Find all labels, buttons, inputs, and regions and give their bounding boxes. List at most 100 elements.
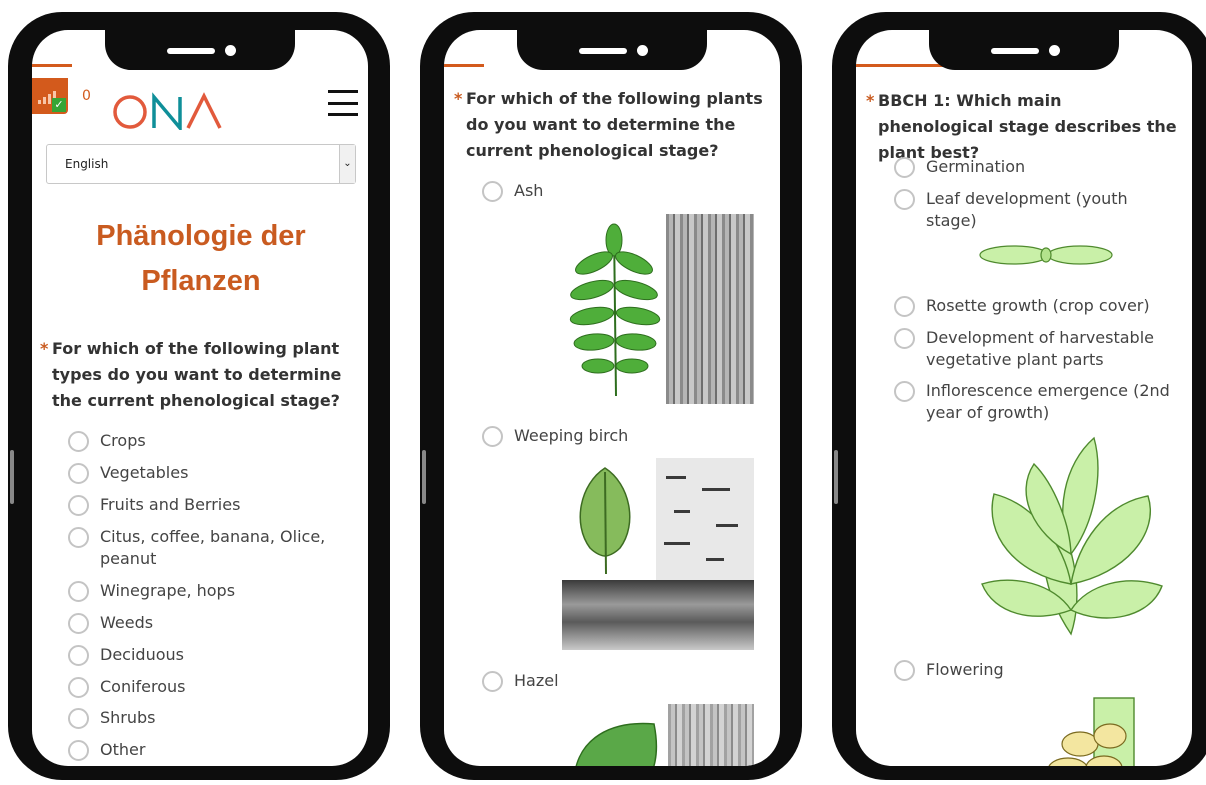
- option-rosette-growth[interactable]: Rosette growth (crop cover): [894, 295, 1150, 317]
- radio-button[interactable]: [894, 189, 915, 210]
- option-citrus-coffee[interactable]: Citus, coffee, banana, Olice, peanut: [68, 526, 350, 570]
- option-label: Other: [100, 740, 146, 759]
- radio-button[interactable]: [68, 677, 89, 698]
- radio-button[interactable]: [68, 431, 89, 452]
- radio-button[interactable]: [894, 296, 915, 317]
- radio-button[interactable]: [482, 181, 503, 202]
- radio-button[interactable]: [894, 660, 915, 681]
- hazel-leaf-image: [575, 722, 658, 766]
- radio-button[interactable]: [482, 671, 503, 692]
- question-text: For which of the following plants do you…: [466, 89, 763, 160]
- option-fruits-berries[interactable]: Fruits and Berries: [68, 494, 241, 516]
- phone-frame-1: ✓ 0 English ⌄ Phänologie der Pflanzen * …: [8, 12, 390, 780]
- question-text: For which of the following plant types d…: [52, 339, 342, 410]
- option-label: Deciduous: [100, 645, 184, 664]
- option-vegetables[interactable]: Vegetables: [68, 462, 189, 484]
- option-germination[interactable]: Germination: [894, 156, 1026, 178]
- option-label: Shrubs: [100, 708, 156, 727]
- option-label: Citus, coffee, banana, Olice, peanut: [100, 527, 326, 568]
- radio-button[interactable]: [68, 527, 89, 548]
- required-marker: *: [454, 89, 463, 108]
- option-label: Winegrape, hops: [100, 581, 236, 600]
- question-plants: * For which of the following plants do y…: [454, 86, 780, 164]
- option-label: Hazel: [514, 671, 559, 690]
- option-label: Vegetables: [100, 463, 189, 482]
- option-winegrape-hops[interactable]: Winegrape, hops: [68, 580, 236, 602]
- language-select-value: English: [65, 157, 109, 171]
- hazel-bark-image: [668, 704, 754, 766]
- phone-screen-1[interactable]: ✓ 0 English ⌄ Phänologie der Pflanzen * …: [32, 30, 368, 766]
- option-label: Germination: [926, 157, 1026, 176]
- phone-notch: [517, 30, 707, 70]
- ash-bark-image: [666, 214, 754, 404]
- option-shrubs[interactable]: Shrubs: [68, 707, 156, 729]
- option-label: Coniferous: [100, 677, 186, 696]
- submission-count: 0: [82, 88, 91, 104]
- radio-button[interactable]: [68, 708, 89, 729]
- option-label: Development of harvestable vegetative pl…: [926, 328, 1154, 369]
- phone-notch: [929, 30, 1119, 70]
- option-label: Fruits and Berries: [100, 495, 241, 514]
- option-label: Weeping birch: [514, 426, 629, 445]
- phone-screen-2[interactable]: * For which of the following plants do y…: [444, 30, 780, 766]
- radio-button[interactable]: [482, 426, 503, 447]
- progress-accent: [444, 64, 484, 67]
- option-other[interactable]: Other: [68, 739, 146, 761]
- radio-button[interactable]: [894, 381, 915, 402]
- radio-button[interactable]: [68, 463, 89, 484]
- ona-logo: [112, 92, 224, 134]
- question-bbch-stage: * BBCH 1: Which main phenological stage …: [866, 88, 1178, 166]
- radio-button[interactable]: [894, 157, 915, 178]
- progress-accent: [856, 64, 952, 67]
- rosette-plant-image: [981, 436, 1163, 636]
- option-label: Weeds: [100, 613, 154, 632]
- option-leaf-development[interactable]: Leaf development (youth stage): [894, 188, 1166, 232]
- option-label: Inflorescence emergence (2nd year of gro…: [926, 381, 1170, 422]
- progress-accent: [32, 64, 72, 67]
- radio-button[interactable]: [68, 581, 89, 602]
- radio-button[interactable]: [68, 613, 89, 634]
- phone-frame-2: * For which of the following plants do y…: [420, 12, 802, 780]
- option-coniferous[interactable]: Coniferous: [68, 676, 186, 698]
- language-select[interactable]: English ⌄: [46, 144, 356, 184]
- page-title: Phänologie der Pflanzen: [96, 220, 306, 297]
- option-flowering[interactable]: Flowering: [894, 659, 1004, 681]
- radio-button[interactable]: [68, 495, 89, 516]
- seedling-image: [979, 245, 1113, 265]
- birch-leaf-image: [579, 467, 631, 575]
- check-icon: ✓: [52, 98, 66, 112]
- phone-notch: [105, 30, 295, 70]
- option-weeping-birch[interactable]: Weeping birch: [482, 425, 629, 447]
- submission-status-badge[interactable]: ✓: [32, 78, 68, 114]
- side-button: [10, 450, 14, 504]
- required-marker: *: [40, 339, 49, 358]
- option-weeds[interactable]: Weeds: [68, 612, 154, 634]
- phone-screen-3[interactable]: * BBCH 1: Which main phenological stage …: [856, 30, 1192, 766]
- chevron-down-icon: ⌄: [339, 145, 355, 183]
- radio-button[interactable]: [68, 740, 89, 761]
- radio-button[interactable]: [68, 645, 89, 666]
- question-text: BBCH 1: Which main phenological stage de…: [878, 91, 1177, 162]
- side-button: [422, 450, 426, 504]
- option-crops[interactable]: Crops: [68, 430, 146, 452]
- option-harvestable-parts[interactable]: Development of harvestable vegetative pl…: [894, 327, 1166, 371]
- option-deciduous[interactable]: Deciduous: [68, 644, 184, 666]
- required-marker: *: [866, 91, 875, 110]
- option-label: Leaf development (youth stage): [926, 189, 1128, 230]
- option-ash[interactable]: Ash: [482, 180, 544, 202]
- option-inflorescence[interactable]: Inflorescence emergence (2nd year of gro…: [894, 380, 1176, 424]
- option-label: Flowering: [926, 660, 1004, 679]
- menu-icon[interactable]: [328, 90, 358, 116]
- birch-trunk-image: [562, 580, 754, 650]
- option-hazel[interactable]: Hazel: [482, 670, 559, 692]
- ona-logo-mark: [113, 92, 222, 133]
- option-label: Crops: [100, 431, 146, 450]
- side-button: [834, 450, 838, 504]
- flowering-plant-image: [1048, 697, 1135, 766]
- question-plant-types: * For which of the following plant types…: [40, 336, 358, 414]
- birch-bark-image: [656, 458, 754, 580]
- radio-button[interactable]: [894, 328, 915, 349]
- ash-leaf-image: [569, 223, 661, 397]
- option-label: Ash: [514, 181, 544, 200]
- option-label: Rosette growth (crop cover): [926, 296, 1150, 315]
